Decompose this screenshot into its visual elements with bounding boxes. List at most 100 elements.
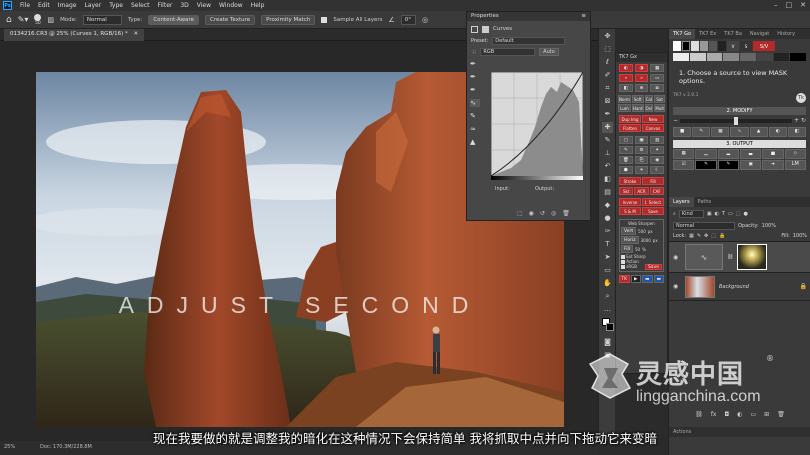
output-pen-icon-2[interactable]: ✎ (717, 160, 739, 170)
tk7-cube-icon[interactable]: ⬢ (619, 166, 633, 174)
modify-fill-icon[interactable]: ▩ (711, 127, 730, 137)
shape-tool-icon[interactable]: ▭ (602, 265, 613, 276)
tk7-norm-button[interactable]: Norm (618, 95, 631, 103)
tk7-fill-button[interactable]: Fill (642, 177, 664, 185)
lasso-tool-icon[interactable]: ℓ (602, 57, 613, 68)
menu-window[interactable]: Window (215, 2, 247, 9)
modify-curves-icon[interactable]: ∿ (730, 127, 749, 137)
tk7-caf-button[interactable]: CAF (649, 187, 664, 195)
tab-tk7-ex[interactable]: TK7 Ex (695, 29, 720, 39)
lock-artboard-icon[interactable]: ⬚ (711, 233, 716, 239)
menu-view[interactable]: View (193, 2, 215, 9)
lock-pixels-icon[interactable]: ▦ (689, 233, 694, 239)
filter-toggle-icon[interactable]: ● (743, 211, 747, 217)
tk7-prev-icon[interactable]: « (619, 74, 633, 82)
tk7-canvas-button[interactable]: Canvas (642, 124, 664, 132)
filter-pixel-icon[interactable]: ▣ (707, 211, 712, 217)
histogram-warning-icon[interactable]: ▲ (470, 138, 480, 146)
target-adjust-icon[interactable]: ☜ (471, 49, 476, 56)
swatch-darker[interactable] (718, 41, 726, 51)
lock-move-icon[interactable]: ✥ (704, 233, 708, 239)
tk7-skt-button[interactable]: Skt (619, 187, 634, 195)
smooth-icon[interactable]: ≈ (470, 125, 480, 133)
menu-file[interactable]: File (16, 2, 34, 9)
kind-select[interactable]: Kind (678, 210, 704, 218)
output-arrow-icon[interactable]: ➜ (762, 160, 784, 170)
gray-2[interactable] (689, 53, 706, 61)
gray-8[interactable] (790, 53, 806, 61)
output-hist-icon-3[interactable]: ▃ (740, 149, 762, 159)
lock-all-icon[interactable]: 🔒 (719, 233, 725, 239)
brush-tool-icon[interactable]: ✎ (602, 135, 613, 146)
tk7-tk-icon[interactable]: TK (619, 275, 630, 283)
move-tool-icon[interactable]: ✥ (602, 31, 613, 42)
modify-slider[interactable] (680, 116, 792, 125)
curves-graph[interactable] (491, 72, 583, 176)
modify-brush-icon[interactable]: ✎ (692, 127, 711, 137)
home-icon[interactable]: ⌂ (6, 15, 12, 25)
pressure-icon[interactable]: ◎ (422, 16, 428, 24)
eraser-tool-icon[interactable]: ◧ (602, 174, 613, 185)
menu-edit[interactable]: Edit (34, 2, 54, 9)
tk7-trash-icon[interactable]: 🗑 (619, 156, 633, 164)
tk7-eye-icon[interactable]: ◉ (650, 156, 664, 164)
panel-menu-icon[interactable]: ≡ (581, 13, 586, 19)
tk7-gx-tab[interactable]: TK7 Gx (616, 53, 667, 62)
eyedropper-tool-icon[interactable]: ✒ (602, 109, 613, 120)
modify-square-icon[interactable]: ■ (673, 127, 692, 137)
angle-input[interactable]: 0° (400, 14, 416, 25)
path-select-tool-icon[interactable]: ➤ (602, 252, 613, 263)
sv-button[interactable]: S/V (753, 41, 775, 51)
tk7-inverse-button[interactable]: Inverse (619, 198, 641, 206)
fill-value[interactable]: 50 (635, 247, 640, 252)
background-color[interactable] (606, 323, 614, 331)
filter-adjustment-icon[interactable]: ◐ (715, 211, 719, 217)
tk7-s-and-m-button[interactable]: S & M (619, 207, 641, 215)
eyedropper-white-icon[interactable]: ✒ (470, 86, 480, 94)
tk7-layers-icon[interactable]: ≣ (650, 84, 664, 92)
minus-icon[interactable]: − (673, 117, 678, 124)
tk7-moon-icon[interactable]: ☾ (650, 166, 664, 174)
marquee-tool-icon[interactable]: ⬚ (602, 44, 613, 55)
lock-paint-icon[interactable]: ✎ (697, 233, 701, 239)
tab-tk7-go[interactable]: TK7 Go (669, 29, 696, 39)
modify-slider-handle[interactable] (733, 116, 738, 125)
tk7-window-icon[interactable]: ▭ (650, 74, 664, 82)
healing-tool-icon[interactable]: ✚ (602, 122, 613, 133)
swatch-dark[interactable] (709, 41, 717, 51)
delete-icon[interactable]: 🗑 (562, 210, 570, 217)
tk7-acr-button[interactable]: ACR (634, 187, 649, 195)
zoom-tool-icon[interactable]: ⌕ (602, 291, 613, 302)
view-previous-icon[interactable]: ◉ (529, 210, 534, 217)
tk7-blue-icon[interactable]: ▬ (642, 275, 653, 283)
visibility-icon[interactable]: ◎ (551, 210, 556, 217)
dodge-tool-icon[interactable]: ● (602, 213, 613, 224)
refresh-icon[interactable]: ↻ (801, 117, 806, 124)
layer-mask-thumb[interactable] (737, 244, 768, 270)
eyedropper-black-icon[interactable]: ✒ (470, 60, 480, 68)
curve-point-icon[interactable]: ∿ (470, 99, 480, 107)
output-lm-button[interactable]: LM (784, 160, 806, 170)
content-aware-button[interactable]: Content-Aware (148, 14, 199, 25)
tk7-mult-button[interactable]: Mult (654, 104, 665, 112)
web-save-button[interactable]: Save (644, 264, 662, 270)
create-texture-button[interactable]: Create Texture (204, 14, 256, 25)
pen-tool-icon[interactable]: ✑ (602, 226, 613, 237)
blur-tool-icon[interactable]: ◆ (602, 200, 613, 211)
tk7-blue-icon-2[interactable]: ▬ (653, 275, 664, 283)
vert-value[interactable]: 500 (638, 229, 646, 234)
fill-button[interactable]: Fill (621, 245, 634, 253)
tk7-save-button[interactable]: Save (642, 207, 664, 215)
tk7-star-icon[interactable]: ✦ (650, 146, 664, 154)
tk7-gear-icon[interactable]: ⚙ (634, 146, 649, 154)
output-check-icon[interactable]: ☑ (673, 160, 695, 170)
quick-select-tool-icon[interactable]: ✐ (602, 70, 613, 81)
eyedropper-gray-icon[interactable]: ✒ (470, 73, 480, 81)
crop-tool-icon[interactable]: ⌗ (602, 83, 613, 94)
gray-1[interactable] (673, 53, 689, 61)
menu-layer[interactable]: Layer (80, 2, 105, 9)
healing-brush-icon[interactable]: ✎▾ (18, 15, 29, 24)
swatch-mid[interactable] (700, 41, 708, 51)
gray-3[interactable] (706, 53, 723, 61)
gray-5[interactable] (740, 53, 756, 61)
